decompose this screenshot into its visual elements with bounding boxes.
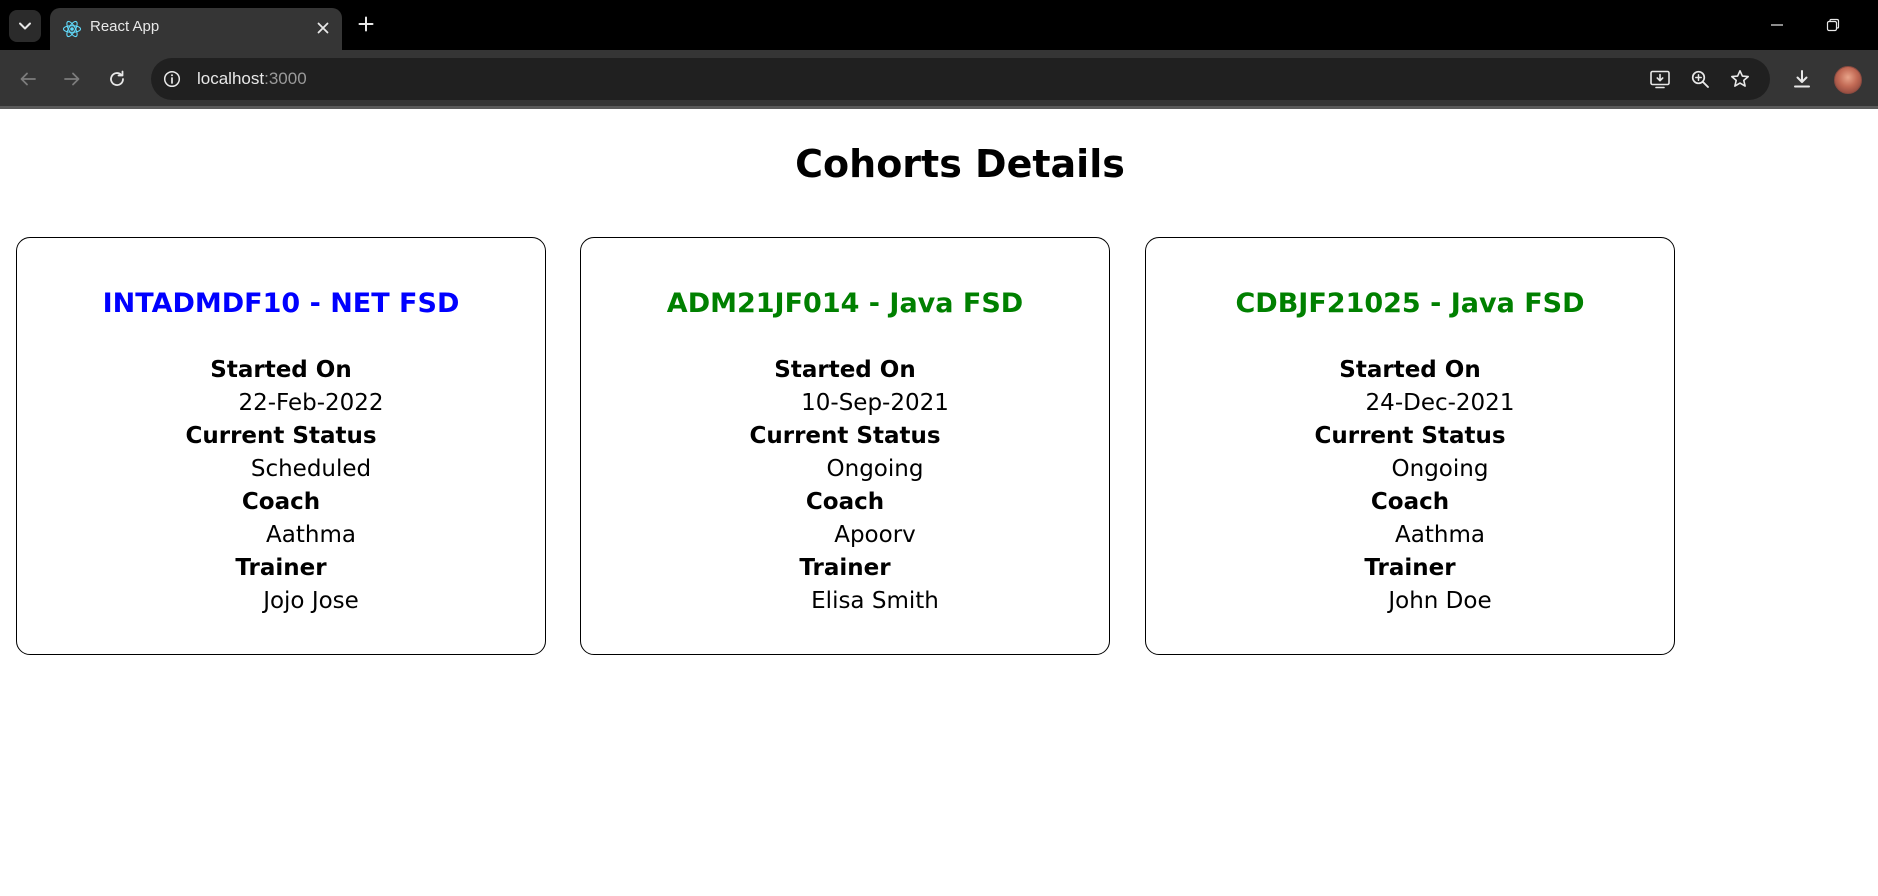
forward-button[interactable] xyxy=(56,63,88,95)
started-on-label: Started On xyxy=(1339,357,1481,383)
zoom-button[interactable] xyxy=(1688,67,1712,91)
current-status-label: Current Status xyxy=(749,423,941,449)
url-port: :3000 xyxy=(264,69,307,88)
arrow-right-icon xyxy=(64,72,80,86)
coach-value: Aathma xyxy=(266,522,356,548)
trainer-label: Trainer xyxy=(235,555,327,581)
restore-icon xyxy=(1826,18,1840,32)
current-status-label: Current Status xyxy=(185,423,377,449)
install-app-icon xyxy=(1650,70,1670,89)
page-title: Cohorts Details xyxy=(795,142,1125,186)
react-logo-icon xyxy=(62,20,82,38)
active-tab[interactable]: React App xyxy=(50,8,342,50)
started-on-value: 10-Sep-2021 xyxy=(801,390,949,416)
plus-icon xyxy=(358,16,374,32)
cohort-details: Started On 22-Feb-2022 Current Status Sc… xyxy=(17,354,545,618)
cohort-card: INTADMDF10 - NET FSD Started On 22-Feb-2… xyxy=(16,237,546,655)
new-tab-button[interactable] xyxy=(354,12,378,36)
tab-bar: React App xyxy=(0,0,1878,50)
started-on-value: 22-Feb-2022 xyxy=(238,390,384,416)
coach-value: Apoorv xyxy=(834,522,916,548)
started-on-label: Started On xyxy=(210,357,352,383)
started-on-label: Started On xyxy=(774,357,916,383)
chevron-down-icon xyxy=(19,22,31,30)
reload-button[interactable] xyxy=(101,63,133,95)
close-icon xyxy=(317,22,329,34)
cohort-title: INTADMDF10 - NET FSD xyxy=(102,288,460,319)
tab-title: React App xyxy=(90,18,160,35)
cohort-title: CDBJF21025 - Java FSD xyxy=(1235,288,1585,319)
address-bar[interactable]: localhost:3000 xyxy=(151,58,1770,100)
tab-search-button[interactable] xyxy=(9,10,41,42)
cohort-card: CDBJF21025 - Java FSD Started On 24-Dec-… xyxy=(1145,237,1675,655)
trainer-label: Trainer xyxy=(1364,555,1456,581)
profile-avatar[interactable] xyxy=(1834,66,1862,94)
download-icon xyxy=(1794,70,1810,88)
coach-value: Aathma xyxy=(1395,522,1485,548)
toolbar-divider xyxy=(0,106,1878,109)
star-icon xyxy=(1731,70,1749,87)
browser-toolbar: localhost:3000 xyxy=(0,50,1878,108)
coach-label: Coach xyxy=(805,489,885,515)
url-host: localhost xyxy=(197,69,265,88)
coach-label: Coach xyxy=(241,489,321,515)
coach-label: Coach xyxy=(1370,489,1450,515)
cohort-details: Started On 10-Sep-2021 Current Status On… xyxy=(581,354,1109,618)
back-button[interactable] xyxy=(12,63,44,95)
downloads-button[interactable] xyxy=(1786,63,1818,95)
reload-icon xyxy=(110,70,124,86)
trainer-value: Jojo Jose xyxy=(263,588,359,614)
bookmark-button[interactable] xyxy=(1728,67,1752,91)
zoom-icon xyxy=(1691,70,1709,88)
install-app-button[interactable] xyxy=(1648,67,1672,91)
minimize-button[interactable] xyxy=(1762,10,1792,40)
tab-close-button[interactable] xyxy=(312,17,334,39)
trainer-value: Elisa Smith xyxy=(811,588,939,614)
cohort-details: Started On 24-Dec-2021 Current Status On… xyxy=(1146,354,1674,618)
cohort-card: ADM21JF014 - Java FSD Started On 10-Sep-… xyxy=(580,237,1110,655)
site-info-button[interactable] xyxy=(161,68,183,90)
current-status-label: Current Status xyxy=(1314,423,1506,449)
trainer-value: John Doe xyxy=(1388,588,1492,614)
cohort-title: ADM21JF014 - Java FSD xyxy=(666,288,1024,319)
minimize-icon xyxy=(1771,24,1783,26)
current-status-value: Ongoing xyxy=(1391,456,1489,482)
url-text[interactable]: localhost:3000 xyxy=(197,69,307,89)
current-status-value: Ongoing xyxy=(826,456,924,482)
info-icon xyxy=(163,70,181,88)
trainer-label: Trainer xyxy=(799,555,891,581)
started-on-value: 24-Dec-2021 xyxy=(1365,390,1515,416)
current-status-value: Scheduled xyxy=(250,456,372,482)
arrow-left-icon xyxy=(20,72,36,86)
restore-button[interactable] xyxy=(1818,10,1848,40)
